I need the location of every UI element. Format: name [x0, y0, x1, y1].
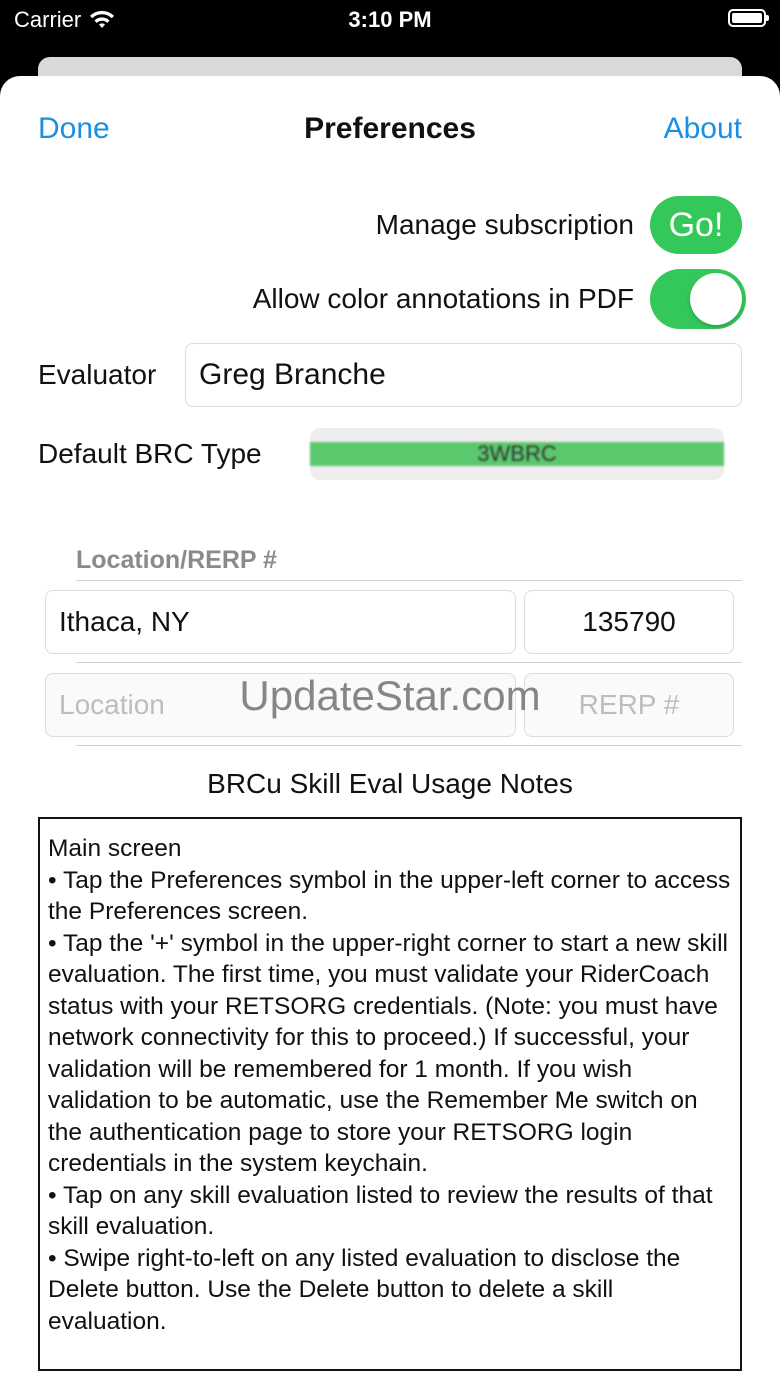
watermark: UpdateStar.com [239, 672, 541, 719]
notes-line: • Tap on any skill evaluation listed to … [48, 1181, 713, 1241]
brc-type-selected: 3WBRC [310, 442, 724, 466]
separator [76, 662, 742, 663]
battery-icon [728, 9, 769, 27]
notes-line: • Tap the '+' symbol in the upper-right … [48, 929, 728, 1178]
evaluator-input[interactable]: Greg Branche [185, 343, 742, 407]
preferences-sheet: Done Preferences About Manage subscripti… [0, 76, 780, 1387]
notes-line: • Swipe right-to-left on any listed eval… [48, 1244, 681, 1335]
toggle-knob [690, 273, 742, 325]
about-button[interactable]: About [664, 112, 742, 146]
notes-line: Main screen [48, 835, 182, 862]
usage-notes-text[interactable]: Main screen • Tap the Preferences symbol… [38, 817, 742, 1371]
evaluator-label: Evaluator [38, 359, 157, 390]
status-time: 3:10 PM [348, 7, 432, 32]
separator [76, 580, 742, 581]
usage-notes-title: BRCu Skill Eval Usage Notes [207, 768, 573, 799]
status-bar: Carrier 3:10 PM [0, 0, 780, 40]
go-button[interactable]: Go! [650, 196, 742, 254]
manage-subscription-label: Manage subscription [375, 209, 634, 240]
location-section-header: Location/RERP # [76, 546, 277, 574]
rerp-input-1[interactable]: 135790 [524, 590, 734, 654]
location-input-1[interactable]: Ithaca, NY [45, 590, 516, 654]
allow-color-toggle[interactable] [650, 269, 746, 329]
separator [76, 745, 742, 746]
default-brc-label: Default BRC Type [38, 438, 262, 469]
brc-type-picker[interactable]: 3WBRC [310, 428, 724, 480]
notes-line: • Tap the Preferences symbol in the uppe… [48, 866, 731, 926]
allow-color-label: Allow color annotations in PDF [252, 283, 634, 314]
